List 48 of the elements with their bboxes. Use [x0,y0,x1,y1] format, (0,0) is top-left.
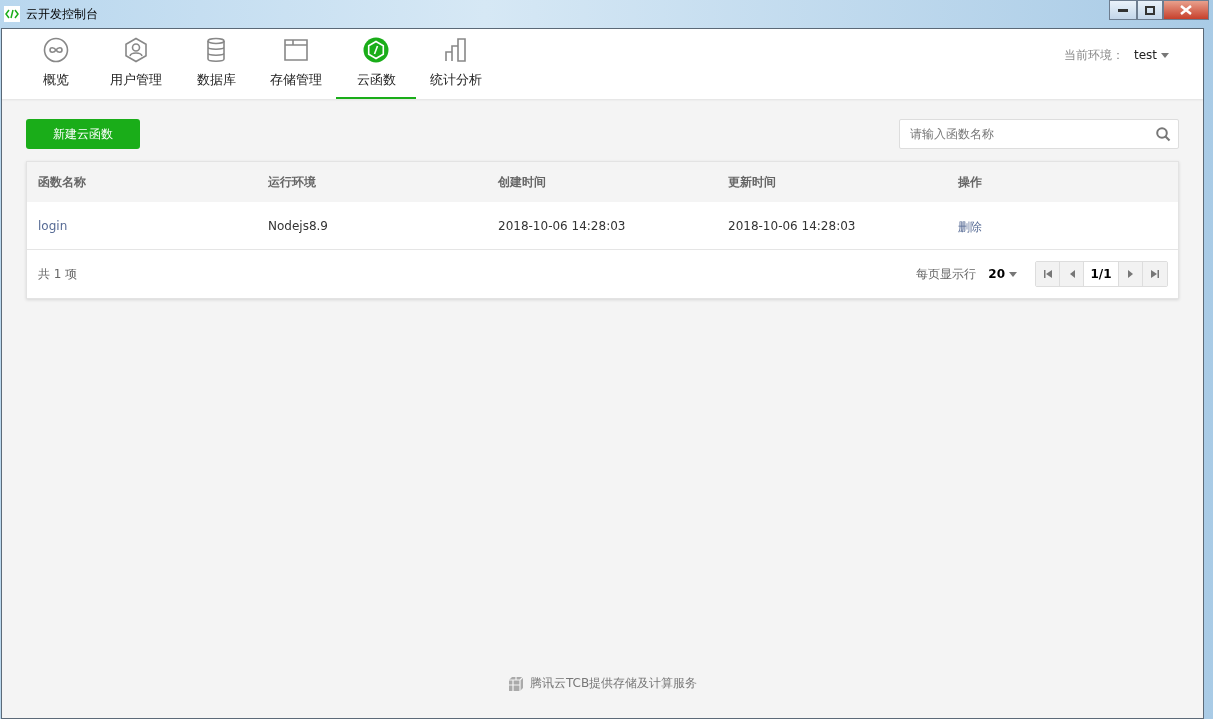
caret-icon [1009,271,1017,277]
page-size-label: 每页显示行 [916,265,977,283]
bar-chart-icon [444,37,468,63]
user-icon [123,37,149,63]
nav-tab[interactable]: 数据库 [176,29,256,99]
total-count: 共 1 项 [38,265,79,283]
search-icon [1156,127,1171,142]
column-header: 函数名称 [38,173,87,191]
column-header: 操作 [958,173,983,191]
caret-icon [1161,52,1169,58]
last-page-icon [1151,270,1159,278]
column-header: 运行环境 [268,173,317,191]
app-logo-icon [4,6,20,22]
table-cell-text: login [38,218,69,233]
environment-dropdown[interactable]: test [1133,48,1169,62]
nav-tab[interactable]: 存储管理 [256,29,336,99]
table-cell-text: 2018-10-06 14:28:03 [498,218,627,233]
maximize-icon [1145,5,1155,15]
previous-page-button[interactable] [1060,262,1084,286]
nav-tab[interactable]: 概览 [16,29,96,99]
column-header: 更新时间 [728,173,777,191]
last-page-button[interactable] [1143,262,1167,286]
nav-tab[interactable]: 云函数 [336,29,416,99]
service-credit: 腾讯云TCB提供存储及计算服务 [529,675,698,692]
minimize-icon [1118,8,1128,12]
minimize-button[interactable] [1109,0,1137,20]
page-size-dropdown[interactable]: 20 [988,267,1017,281]
close-icon [1180,5,1192,15]
table-cell-text: 2018-10-06 14:28:03 [728,218,857,233]
cube-logo-icon [507,675,524,692]
table-cell-text: Nodejs8.9 [268,218,329,233]
maximize-button[interactable] [1137,0,1163,20]
nav-tab[interactable]: 统计分析 [416,29,496,99]
nav-tab[interactable]: 用户管理 [96,29,176,99]
close-button[interactable] [1163,0,1209,20]
window-title: 云开发控制台 [26,5,99,23]
column-header: 创建时间 [498,173,547,191]
environment-label: 当前环境： [1063,46,1124,64]
search-field[interactable]: 请输入函数名称 [899,119,1179,149]
infinity-icon [43,37,69,63]
folder-icon [283,37,309,63]
database-icon [206,37,226,63]
next-page-button[interactable] [1119,262,1143,286]
first-page-button[interactable] [1036,262,1060,286]
first-page-icon [1043,270,1052,278]
code-icon [363,37,389,63]
next-icon [1126,270,1135,278]
delete-link[interactable]: 删除 [958,219,982,234]
